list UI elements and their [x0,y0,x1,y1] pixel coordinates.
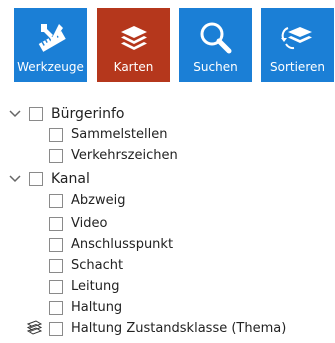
checkbox[interactable] [49,237,63,252]
checkbox[interactable] [49,127,63,142]
tree-group-buergerinfo[interactable]: Bürgerinfo [8,103,125,124]
tree-item-haltung-zustandsklasse[interactable]: Haltung Zustandsklasse (Thema) [49,318,286,339]
werkzeuge-button[interactable]: Werkzeuge [14,8,87,82]
tree-item-label: Schacht [71,258,124,273]
karten-button[interactable]: Karten [97,8,170,82]
tree-item-haltung[interactable]: Haltung [49,297,122,318]
tree-item-label: Anschlusspunkt [71,237,174,252]
sort-layers-icon [261,18,334,58]
karten-label: Karten [113,60,154,74]
tree-item-anschlusspunkt[interactable]: Anschlusspunkt [49,234,173,255]
checkbox[interactable] [49,216,63,231]
tools-icon [14,18,87,58]
magnifier-icon [179,18,252,58]
tree-group-label: Kanal [51,170,90,187]
tree-item-label: Haltung Zustandsklasse (Thema) [71,321,287,336]
checkbox[interactable] [49,148,63,163]
suchen-button[interactable]: Suchen [179,8,252,82]
toolbar: Werkzeuge Karten Suchen Sortieren [0,0,335,92]
checkbox[interactable] [29,106,43,121]
sortieren-button[interactable]: Sortieren [261,8,334,82]
checkbox[interactable] [29,171,43,186]
tree-item-label: Leitung [71,279,120,294]
tree-item-video[interactable]: Video [49,213,107,234]
checkbox[interactable] [49,300,63,315]
checkbox[interactable] [49,321,63,336]
tree-item-label: Video [71,216,108,231]
tree-group-kanal[interactable]: Kanal [8,168,90,189]
tree-item-leitung[interactable]: Leitung [49,276,119,297]
tree-item-label: Sammelstellen [71,127,168,142]
layers-stack-icon [97,18,170,58]
werkzeuge-label: Werkzeuge [17,60,84,74]
tree-item-verkehrszeichen[interactable]: Verkehrszeichen [49,145,178,166]
tree-item-label: Abzweig [71,193,126,208]
checkbox[interactable] [49,193,63,208]
suchen-label: Suchen [193,60,238,74]
tree-item-label: Haltung [71,300,123,315]
theme-layers-icon [26,320,42,335]
checkbox[interactable] [49,279,63,294]
checkbox[interactable] [49,258,63,273]
sortieren-label: Sortieren [270,60,325,74]
tree-item-sammelstellen[interactable]: Sammelstellen [49,124,167,145]
chevron-down-icon[interactable] [8,107,22,121]
tree-item-abzweig[interactable]: Abzweig [49,190,125,211]
tree-item-label: Verkehrszeichen [71,148,178,163]
tree-group-label: Bürgerinfo [51,105,125,122]
tree-item-schacht[interactable]: Schacht [49,255,123,276]
chevron-down-icon[interactable] [8,172,22,186]
